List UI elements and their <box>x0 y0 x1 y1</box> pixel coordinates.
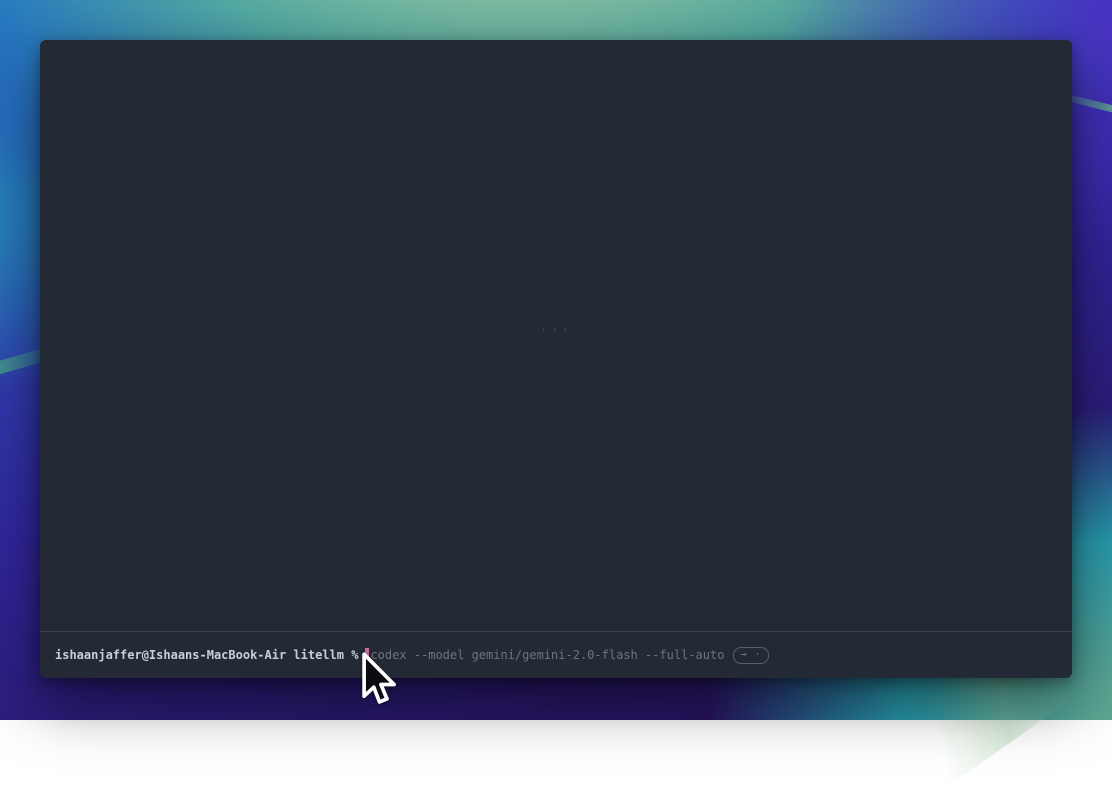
desktop-wallpaper: ··· ishaanjaffer@Ishaans-MacBook-Air lit… <box>0 0 1112 720</box>
accept-suggestion-hint-badge: → · <box>733 647 768 664</box>
terminal-window[interactable]: ··· ishaanjaffer@Ishaans-MacBook-Air lit… <box>40 40 1072 678</box>
terminal-output-area[interactable]: ··· <box>40 40 1072 631</box>
autosuggestion-command: codex --model gemini/gemini-2.0-flash --… <box>370 648 724 662</box>
terminal-prompt-bar[interactable]: ishaanjaffer@Ishaans-MacBook-Air litellm… <box>40 631 1072 678</box>
text-cursor <box>365 648 369 662</box>
shell-prompt: ishaanjaffer@Ishaans-MacBook-Air litellm… <box>55 648 358 662</box>
terminal-loading-ellipsis: ··· <box>540 323 572 338</box>
